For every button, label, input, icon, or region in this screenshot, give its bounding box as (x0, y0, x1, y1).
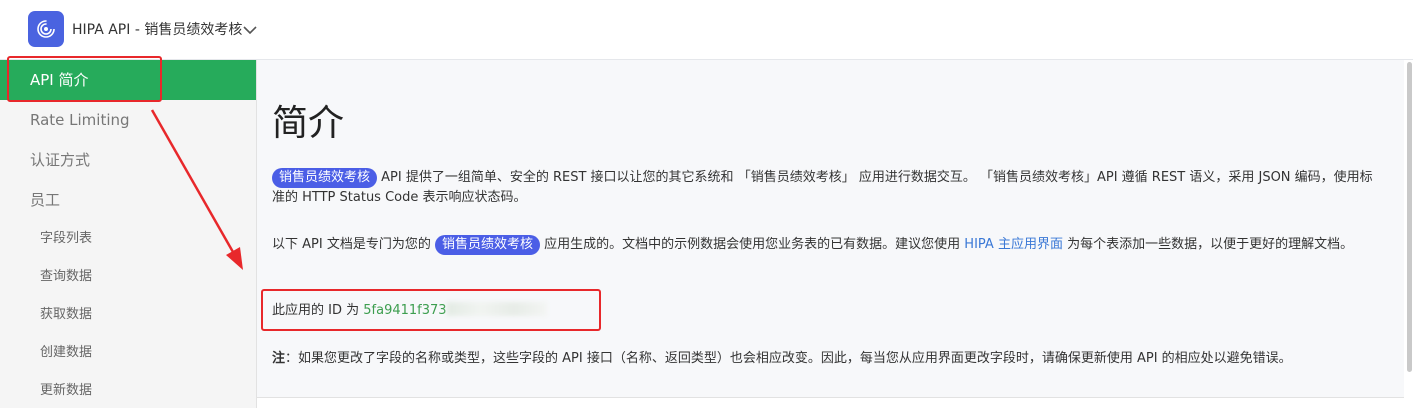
docs-text-before: 以下 API 文档是专门为您的 (272, 237, 431, 252)
sidebar-item-employee[interactable]: 员工 (0, 180, 256, 220)
app-name-badge: 销售员绩效考核 (272, 168, 378, 188)
sidebar-item-update-data[interactable]: 更新数据 (0, 372, 256, 408)
swirl-logo-icon[interactable] (28, 11, 64, 47)
main-app-link[interactable]: HIPA 主应用界面 (964, 237, 1063, 252)
sidebar-item-query-data[interactable]: 查询数据 (0, 258, 256, 296)
sidebar: API 简介 Rate Limiting 认证方式 员工 字段列表 查询数据 获… (0, 60, 257, 408)
sidebar-item-field-list[interactable]: 字段列表 (0, 220, 256, 258)
note-label: 注 (272, 351, 286, 366)
docs-text-after: 为每个表添加一些数据，以便于更好的理解文档。 (1067, 237, 1354, 252)
scrollbar-thumb[interactable] (1407, 62, 1412, 372)
docs-text-middle: 应用生成的。文档中的示例数据会使用您业务表的已有数据。建议您使用 (544, 237, 961, 252)
sidebar-item-get-data[interactable]: 获取数据 (0, 296, 256, 334)
docs-paragraph: 以下 API 文档是专门为您的 销售员绩效考核 应用生成的。文档中的示例数据会使… (272, 235, 1377, 255)
intro-paragraph: 销售员绩效考核 API 提供了一组简单、安全的 REST 接口以让您的其它系统和… (272, 168, 1377, 207)
app-selector-title[interactable]: HIPA API - 销售员绩效考核 (72, 19, 242, 39)
annotation-box-nav (7, 56, 162, 102)
app-name-badge: 销售员绩效考核 (434, 235, 540, 255)
note-text: ：如果您更改了字段的名称或类型，这些字段的 API 接口（名称、返回类型）也会相… (285, 351, 1292, 366)
note-paragraph: 注：如果您更改了字段的名称或类型，这些字段的 API 接口（名称、返回类型）也会… (272, 349, 1377, 368)
sidebar-item-auth[interactable]: 认证方式 (0, 140, 256, 180)
annotation-box-app-id (261, 289, 601, 331)
page-title: 简介 (272, 103, 345, 144)
chevron-down-icon[interactable] (240, 20, 260, 40)
intro-text: API 提供了一组简单、安全的 REST 接口以让您的其它系统和 「销售员绩效考… (272, 170, 1373, 205)
sidebar-item-rate-limiting[interactable]: Rate Limiting (0, 100, 256, 140)
main-content: 简介 销售员绩效考核 API 提供了一组简单、安全的 REST 接口以让您的其它… (257, 60, 1404, 398)
sidebar-item-create-data[interactable]: 创建数据 (0, 334, 256, 372)
top-bar: HIPA API - 销售员绩效考核 (0, 0, 1413, 60)
